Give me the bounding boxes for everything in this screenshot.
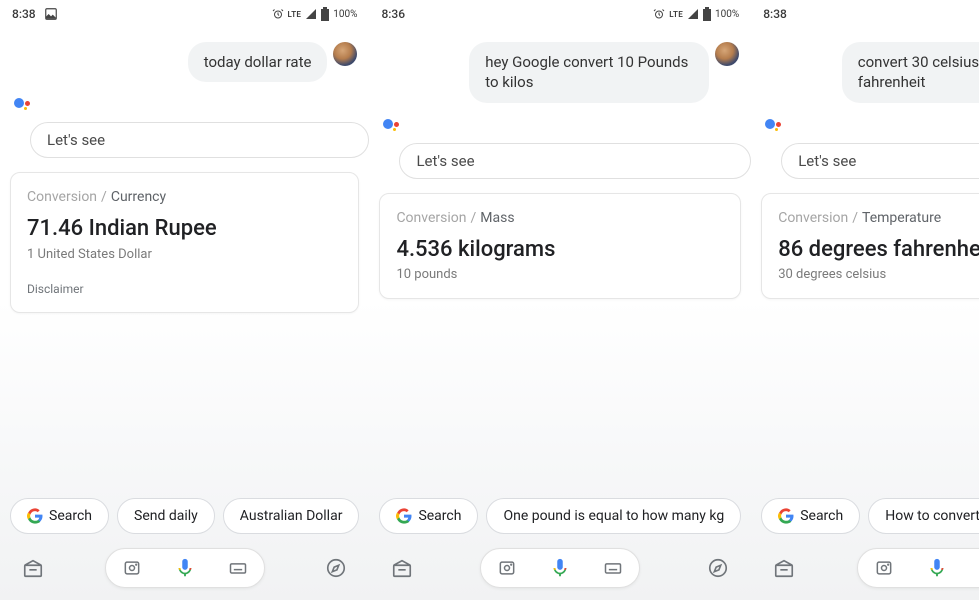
disclaimer-link[interactable]: Disclaimer: [27, 282, 342, 296]
suggestion-chip[interactable]: Search: [761, 498, 860, 534]
google-logo-icon: [27, 508, 43, 524]
status-time: 8:38: [763, 7, 787, 21]
updates-button[interactable]: [387, 557, 417, 579]
updates-button[interactable]: [769, 557, 799, 579]
assistant-logo-icon: [14, 96, 34, 116]
network-label: LTE: [288, 10, 302, 19]
mic-button[interactable]: [549, 557, 571, 579]
alarm-icon: [272, 8, 284, 20]
suggestion-chips-row: Search Send daily Australian Dollar: [0, 498, 369, 544]
assistant-reply-chip[interactable]: Let's see: [30, 122, 369, 158]
assistant-reply-chip[interactable]: Let's see: [781, 143, 979, 179]
signal-icon: [305, 8, 317, 20]
bottom-bar: [369, 544, 751, 600]
explore-button[interactable]: [703, 557, 733, 579]
signal-icon: [687, 8, 699, 20]
conversion-result: 71.46 Indian Rupee: [27, 215, 342, 243]
user-message-row: convert 30 celsius to fahrenheit: [751, 28, 979, 109]
battery-percent: 100%: [715, 9, 739, 20]
assistant-reply-chip[interactable]: Let's see: [399, 143, 751, 179]
mic-button[interactable]: [174, 557, 196, 579]
user-avatar[interactable]: [333, 42, 357, 66]
card-breadcrumb: Conversion/Currency: [27, 189, 342, 205]
input-pill: [105, 548, 265, 588]
status-bar: 8:38 LTE 100%: [0, 0, 369, 28]
input-pill: [857, 548, 979, 588]
status-time: 8:38: [12, 7, 36, 21]
suggestion-chips-row: Search How to convert Celsius into Kelvin: [751, 498, 979, 544]
conversion-source: 10 pounds: [396, 267, 724, 282]
chip-label: One pound is equal to how many kg: [503, 508, 724, 524]
network-label: LTE: [669, 10, 683, 19]
conversion-source: 1 United States Dollar: [27, 247, 342, 262]
card-breadcrumb: Conversion/Temperature: [778, 210, 979, 226]
chip-label: Search: [418, 508, 461, 524]
google-logo-icon: [778, 508, 794, 524]
assistant-logo-icon: [765, 117, 785, 137]
suggestion-chips-row: Search One pound is equal to how many kg: [369, 498, 751, 544]
conversion-card[interactable]: Conversion/Currency 71.46 Indian Rupee 1 U…: [10, 172, 359, 313]
user-avatar[interactable]: [715, 42, 739, 66]
user-message-bubble[interactable]: convert 30 celsius to fahrenheit: [842, 42, 979, 103]
assistant-row: [369, 109, 751, 137]
user-message-row: today dollar rate: [0, 28, 369, 88]
input-pill: [480, 548, 640, 588]
card-breadcrumb: Conversion/Mass: [396, 210, 724, 226]
lens-button[interactable]: [122, 558, 142, 578]
chip-label: Send daily: [134, 508, 198, 524]
lens-button[interactable]: [497, 558, 517, 578]
suggestion-chip[interactable]: How to convert Celsius into Kelvin: [868, 498, 979, 534]
status-time: 8:36: [381, 7, 405, 21]
bottom-bar: [751, 544, 979, 600]
suggestion-chip[interactable]: Search: [379, 498, 478, 534]
conversion-card[interactable]: Conversion/Temperature 86 degrees fahrenh…: [761, 193, 979, 300]
lens-button[interactable]: [874, 558, 894, 578]
assistant-row: [751, 109, 979, 137]
chip-label: How to convert Celsius into Kelvin: [885, 508, 979, 524]
alarm-icon: [653, 8, 665, 20]
conversion-source: 30 degrees celsius: [778, 267, 979, 282]
assistant-row: [0, 88, 369, 116]
status-right: LTE 100%: [272, 7, 358, 21]
chip-label: Australian Dollar: [240, 508, 343, 524]
conversion-result: 86 degrees fahrenheit: [778, 236, 979, 264]
explore-button[interactable]: [321, 557, 351, 579]
google-logo-icon: [396, 508, 412, 524]
keyboard-button[interactable]: [603, 558, 623, 578]
suggestion-chip[interactable]: Australian Dollar: [223, 498, 360, 534]
battery-icon: [321, 7, 329, 21]
mic-button[interactable]: [926, 557, 948, 579]
status-right: LTE 100%: [653, 7, 739, 21]
phone-screen: 8:38LTE100% convert 30 celsius to fahrenh…: [751, 0, 979, 600]
suggestion-chip[interactable]: Search: [10, 498, 109, 534]
status-bar: 8:38LTE100%: [751, 0, 979, 28]
conversion-result: 4.536 kilograms: [396, 236, 724, 264]
suggestion-chip[interactable]: Send daily: [117, 498, 215, 534]
phone-screen: 8:36 LTE 100% hey Google convert 10 Pounds …: [369, 0, 751, 600]
user-message-bubble[interactable]: today dollar rate: [188, 42, 328, 82]
bottom-bar: [0, 544, 369, 600]
user-message-row: hey Google convert 10 Pounds to kilos: [369, 28, 751, 109]
chip-label: Search: [49, 508, 92, 524]
battery-percent: 100%: [333, 9, 357, 20]
updates-button[interactable]: [18, 557, 48, 579]
image-indicator-icon: [44, 7, 58, 21]
conversion-card[interactable]: Conversion/Mass 4.536 kilograms 10 pounds: [379, 193, 741, 300]
keyboard-button[interactable]: [228, 558, 248, 578]
chip-label: Search: [800, 508, 843, 524]
status-bar: 8:36 LTE 100%: [369, 0, 751, 28]
suggestion-chip[interactable]: One pound is equal to how many kg: [486, 498, 741, 534]
battery-icon: [703, 7, 711, 21]
user-message-bubble[interactable]: hey Google convert 10 Pounds to kilos: [469, 42, 709, 103]
assistant-logo-icon: [383, 117, 403, 137]
phone-screen: 8:38 LTE 100% today dollar rate Let's see Con…: [0, 0, 369, 600]
